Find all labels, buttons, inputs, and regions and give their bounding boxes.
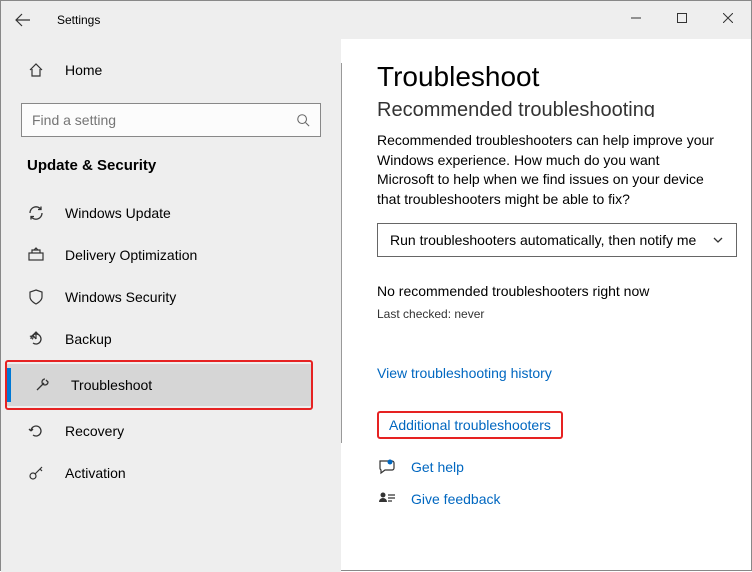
minimize-button[interactable] [613,1,659,35]
titlebar: Settings [1,1,751,39]
page-title: Troubleshoot [377,61,715,93]
chat-icon [377,457,397,477]
chevron-down-icon [712,234,724,246]
sidebar-section-label: Update & Security [1,151,341,192]
sidebar-item-label: Backup [65,331,112,347]
sidebar-item-delivery-optimization[interactable]: Delivery Optimization [1,234,341,276]
sidebar-item-activation[interactable]: Activation [1,452,341,494]
sidebar-item-label: Delivery Optimization [65,247,197,263]
additional-troubleshooters-link[interactable]: Additional troubleshooters [389,417,551,433]
window-controls [613,1,751,35]
dropdown-value: Run troubleshooters automatically, then … [390,232,696,248]
recovery-icon [27,422,45,440]
get-help-row: Get help [377,457,715,477]
wrench-icon [33,376,51,394]
highlight-troubleshoot: Troubleshoot [5,360,313,410]
get-help-link[interactable]: Get help [411,459,464,475]
search-input[interactable] [32,112,282,128]
sidebar-item-troubleshoot[interactable]: Troubleshoot [7,364,311,406]
backup-icon [27,330,45,348]
main-panel: Troubleshoot Recommended troubleshooting… [341,39,751,572]
sync-icon [27,204,45,222]
sidebar-item-label: Windows Update [65,205,171,221]
app-title: Settings [45,13,100,27]
feedback-icon [377,489,397,509]
section-heading: Recommended troubleshooting [377,93,715,117]
minimize-icon [631,13,641,23]
back-button[interactable] [1,1,45,39]
search-input-container[interactable] [21,103,321,137]
close-button[interactable] [705,1,751,35]
sidebar-item-label: Activation [65,465,126,481]
troubleshoot-mode-dropdown[interactable]: Run troubleshooters automatically, then … [377,223,737,257]
key-icon [27,464,45,482]
section-description: Recommended troubleshooters can help imp… [377,131,715,209]
sidebar-item-recovery[interactable]: Recovery [1,410,341,452]
sidebar-home[interactable]: Home [1,49,341,91]
sidebar-item-label: Troubleshoot [71,377,152,393]
highlight-additional: Additional troubleshooters [377,411,563,439]
maximize-button[interactable] [659,1,705,35]
give-feedback-link[interactable]: Give feedback [411,491,501,507]
delivery-icon [27,246,45,264]
last-checked-text: Last checked: never [377,307,715,321]
view-history-link[interactable]: View troubleshooting history [377,365,552,381]
search-icon [296,113,310,127]
give-feedback-row: Give feedback [377,489,715,509]
sidebar-item-windows-update[interactable]: Windows Update [1,192,341,234]
sidebar: Home Update & Security Windows Update De… [1,39,341,572]
sidebar-item-backup[interactable]: Backup [1,318,341,360]
arrow-left-icon [15,12,31,28]
divider [341,63,342,443]
shield-icon [27,288,45,306]
home-icon [27,61,45,79]
close-icon [723,13,733,23]
sidebar-item-label: Recovery [65,423,124,439]
sidebar-home-label: Home [65,62,102,78]
sidebar-item-windows-security[interactable]: Windows Security [1,276,341,318]
no-recommended-text: No recommended troubleshooters right now [377,283,715,299]
maximize-icon [677,13,687,23]
sidebar-item-label: Windows Security [65,289,176,305]
